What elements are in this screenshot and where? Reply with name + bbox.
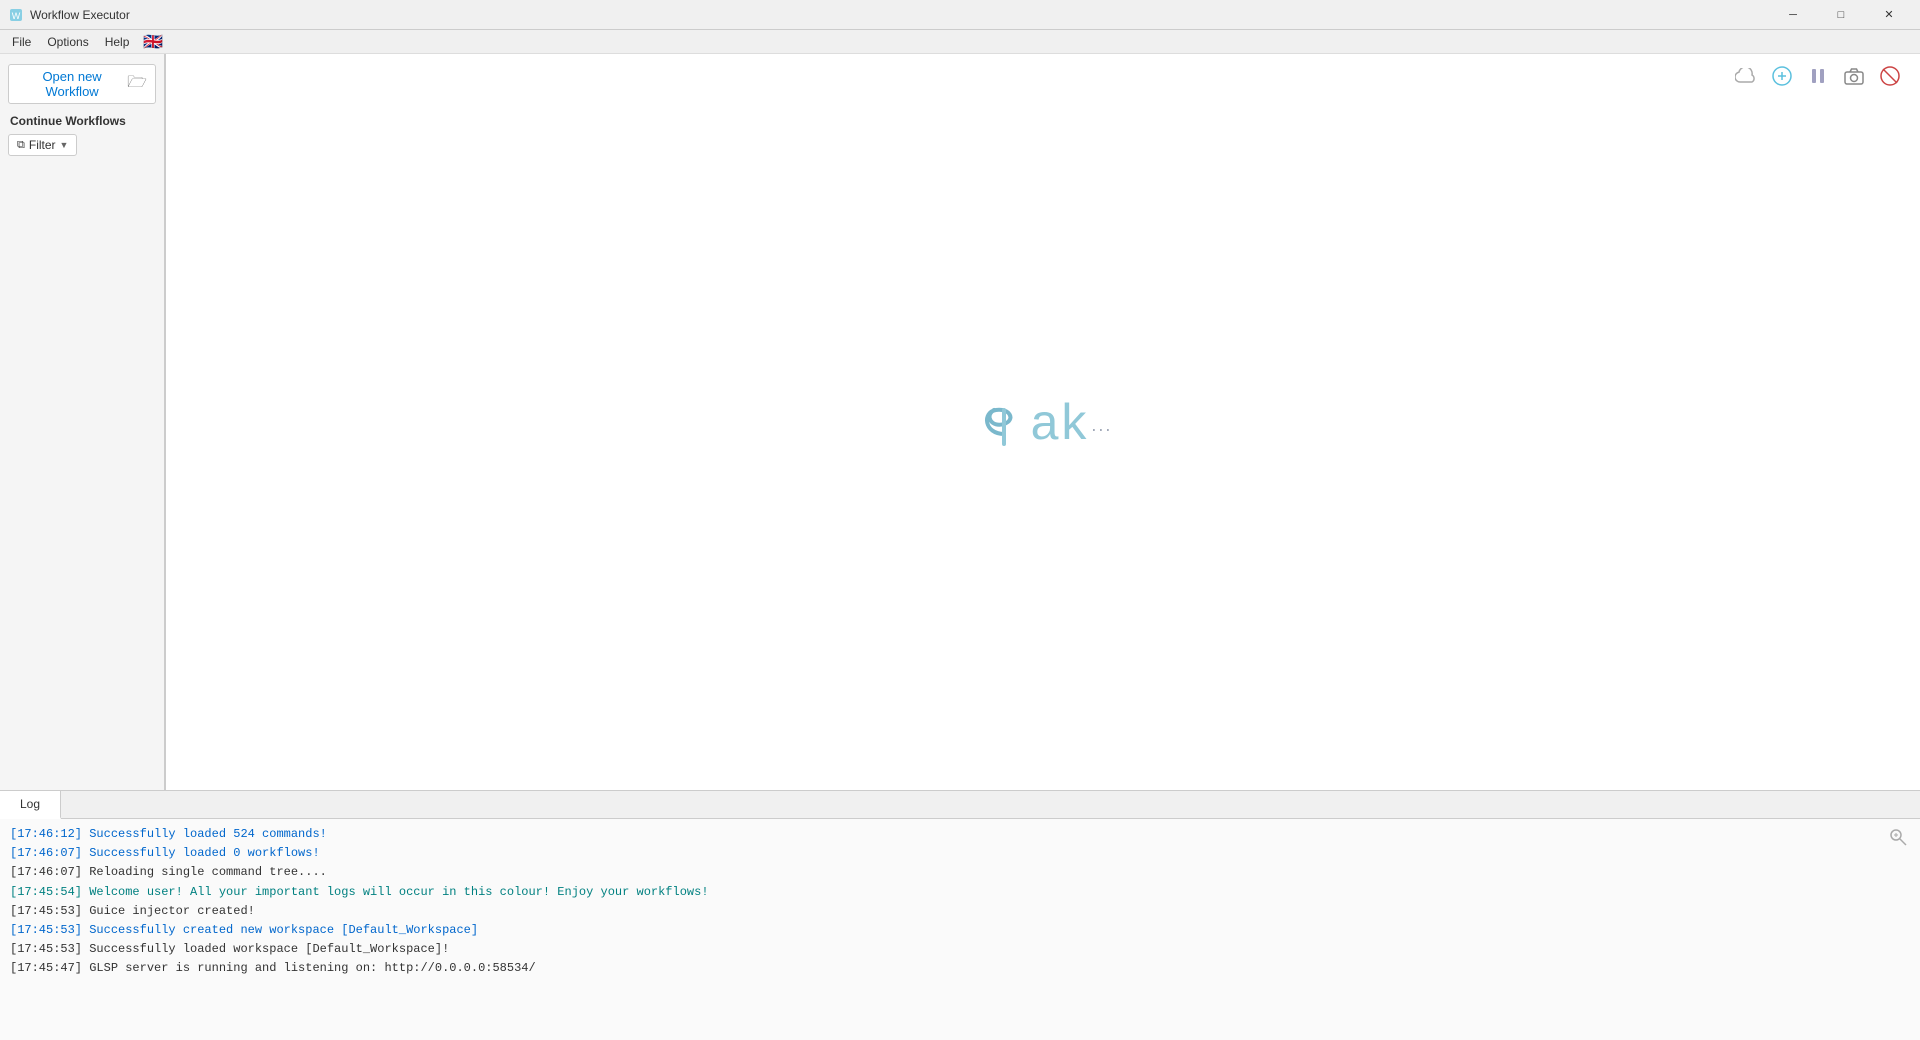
add-workflow-icon[interactable] <box>1768 62 1796 90</box>
filter-button[interactable]: ⧉ Filter ▼ <box>8 134 77 156</box>
camera-icon[interactable] <box>1840 62 1868 90</box>
continue-workflows-label: Continue Workflows <box>0 108 164 132</box>
svg-text:W: W <box>12 11 21 21</box>
log-panel: Log [17:46:12] Successfully loaded 524 c… <box>0 790 1920 1040</box>
close-button[interactable]: ✕ <box>1866 0 1912 30</box>
log-tab[interactable]: Log <box>0 791 61 819</box>
log-entry: [17:45:53] Guice injector created! <box>10 902 1910 921</box>
log-entry: [17:45:47] GLSP server is running and li… <box>10 959 1910 978</box>
menu-bar: File Options Help 🇬🇧 <box>0 30 1920 54</box>
log-entry: [17:45:53] Successfully loaded workspace… <box>10 940 1910 959</box>
pause-icon[interactable] <box>1804 62 1832 90</box>
window-controls: ─ □ ✕ <box>1770 0 1912 30</box>
filter-icon: ⧉ <box>17 139 25 152</box>
folder-icon: 🗁 <box>127 71 147 98</box>
menu-file[interactable]: File <box>4 33 39 51</box>
log-entry: [17:46:07] Successfully loaded 0 workflo… <box>10 844 1910 863</box>
center-logo: ak ... <box>166 54 1920 790</box>
log-entry: [17:45:53] Successfully created new work… <box>10 921 1910 940</box>
logo-text: ak <box>1031 397 1090 447</box>
app-icon: W <box>8 7 24 23</box>
log-search-icon[interactable] <box>1888 827 1908 852</box>
open-workflow-label: Open new Workflow <box>17 69 127 99</box>
log-entry: [17:45:54] Welcome user! All your import… <box>10 883 1910 902</box>
log-entry: [17:46:07] Reloading single command tree… <box>10 863 1910 882</box>
cloud-icon[interactable] <box>1732 62 1760 90</box>
log-entry: [17:46:12] Successfully loaded 524 comma… <box>10 825 1910 844</box>
log-tabs: Log <box>0 791 1920 819</box>
title-bar: W Workflow Executor ─ □ ✕ <box>0 0 1920 30</box>
logo-dots: ... <box>1091 415 1112 436</box>
filter-dropdown-arrow: ▼ <box>60 140 69 150</box>
stop-icon[interactable] <box>1876 62 1904 90</box>
pak-logo: ak ... <box>974 392 1113 452</box>
sidebar: Open new Workflow 🗁 Continue Workflows ⧉… <box>0 54 165 790</box>
main-layout: Open new Workflow 🗁 Continue Workflows ⧉… <box>0 54 1920 790</box>
menu-help[interactable]: Help <box>97 33 138 51</box>
top-toolbar <box>1732 62 1904 90</box>
logo-p-symbol <box>974 392 1029 452</box>
open-workflow-button[interactable]: Open new Workflow 🗁 <box>8 64 156 104</box>
log-content: [17:46:12] Successfully loaded 524 comma… <box>0 819 1920 1040</box>
main-content: ak ... <box>166 54 1920 790</box>
window-title: Workflow Executor <box>30 8 1770 22</box>
language-flag[interactable]: 🇬🇧 <box>143 32 163 52</box>
maximize-button[interactable]: □ <box>1818 0 1864 30</box>
menu-options[interactable]: Options <box>39 33 96 51</box>
filter-row: ⧉ Filter ▼ <box>0 132 164 158</box>
filter-label: Filter <box>29 138 56 152</box>
minimize-button[interactable]: ─ <box>1770 0 1816 30</box>
